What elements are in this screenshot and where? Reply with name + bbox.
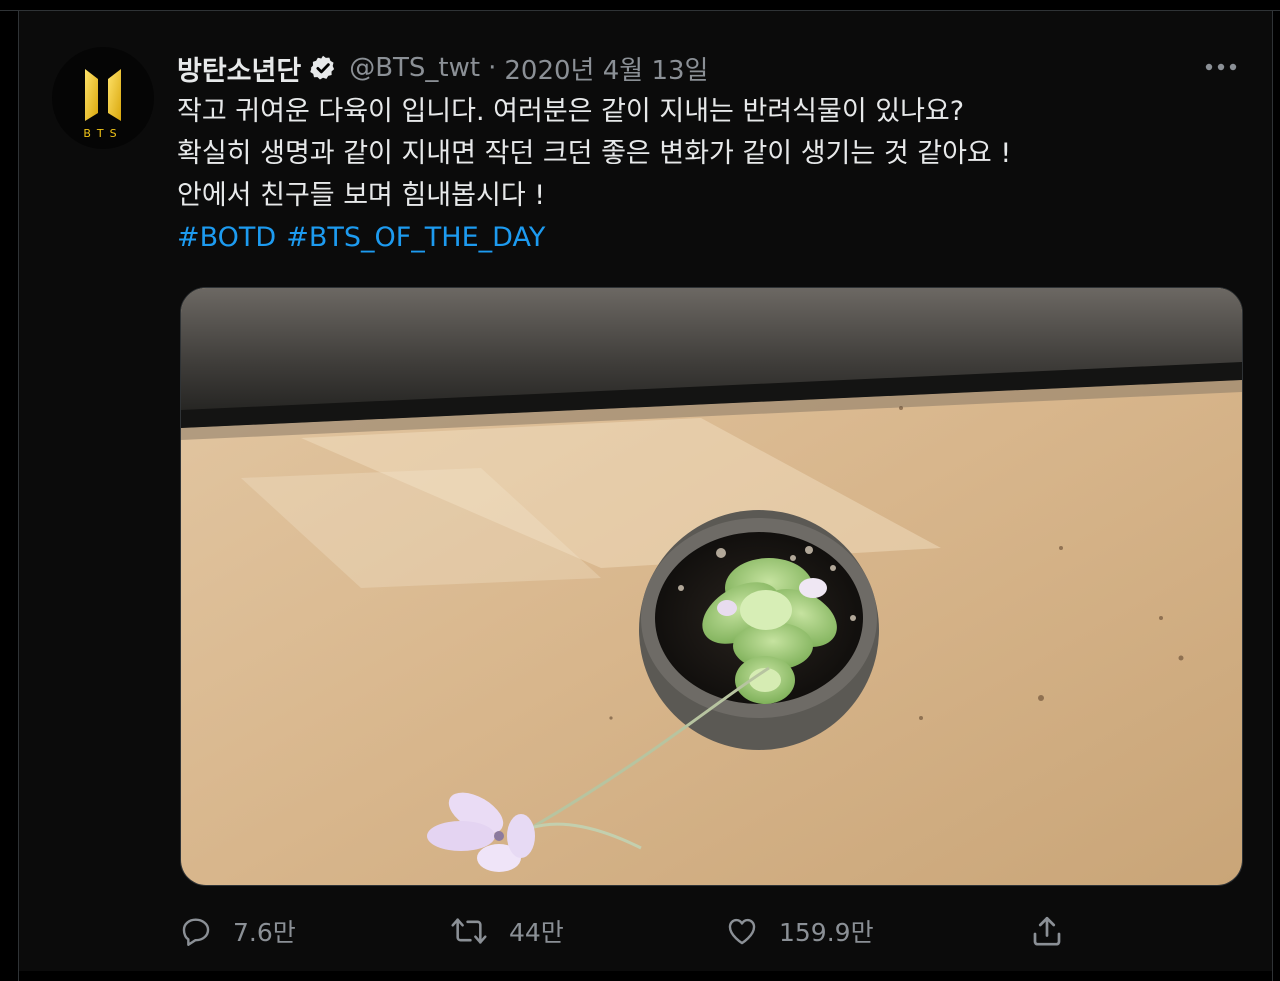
like-button[interactable]: 159.9만 <box>725 906 874 956</box>
heart-icon <box>728 918 756 945</box>
tweet-date[interactable]: 2020년 4월 13일 <box>504 50 708 87</box>
bts-logo-icon: BTS <box>83 69 122 140</box>
avatar[interactable]: BTS <box>52 47 154 149</box>
handle[interactable]: @BTS_twt <box>349 53 480 83</box>
tweet-card[interactable]: BTS 방탄소년단 @BTS_twt · 2020년 4월 13일 작고 귀여운… <box>19 11 1272 971</box>
tweet-text-line: 작고 귀여운 다육이 입니다. 여러분은 같이 지내는 반려식물이 있나요? <box>177 96 965 127</box>
divider <box>1272 11 1273 981</box>
retweet-icon <box>451 918 487 944</box>
display-name[interactable]: 방탄소년단 <box>177 49 301 88</box>
separator-dot: · <box>488 53 497 83</box>
tweet-actions: 7.6만 44만 159.9만 <box>177 906 1247 956</box>
reply-button[interactable]: 7.6만 <box>179 906 296 956</box>
hashtag-line: #BOTD #BTS_OF_THE_DAY <box>177 217 1237 259</box>
avatar-logo-text: BTS <box>83 127 122 140</box>
hashtag-link[interactable]: #BTS_OF_THE_DAY <box>286 222 545 253</box>
retweet-button[interactable]: 44만 <box>449 906 564 956</box>
tweet-photo[interactable] <box>180 287 1243 886</box>
like-count: 159.9만 <box>779 918 874 947</box>
tweet-header: 방탄소년단 @BTS_twt · 2020년 4월 13일 <box>177 49 708 87</box>
screenshot-frame: BTS 방탄소년단 @BTS_twt · 2020년 4월 13일 작고 귀여운… <box>0 0 1280 981</box>
hashtag-link[interactable]: #BOTD <box>177 222 276 253</box>
tweet-text-line: 안에서 친구들 보며 힘내봅시다 ! <box>177 180 546 211</box>
share-button[interactable] <box>1029 906 1085 956</box>
retweet-count: 44만 <box>509 918 564 947</box>
share-upload-icon <box>1033 916 1061 946</box>
succulent-photo-image <box>181 288 1242 885</box>
reply-count: 7.6만 <box>233 918 296 947</box>
tweet-text-line: 확실히 생명과 같이 지내면 작던 크던 좋은 변화가 같이 생기는 것 같아요… <box>177 138 1012 169</box>
verified-badge-icon <box>309 54 337 82</box>
more-horizontal-icon[interactable] <box>1201 55 1241 79</box>
tweet-text: 작고 귀여운 다육이 입니다. 여러분은 같이 지내는 반려식물이 있나요? 확… <box>177 91 1237 259</box>
reply-bubble-icon <box>182 918 210 946</box>
